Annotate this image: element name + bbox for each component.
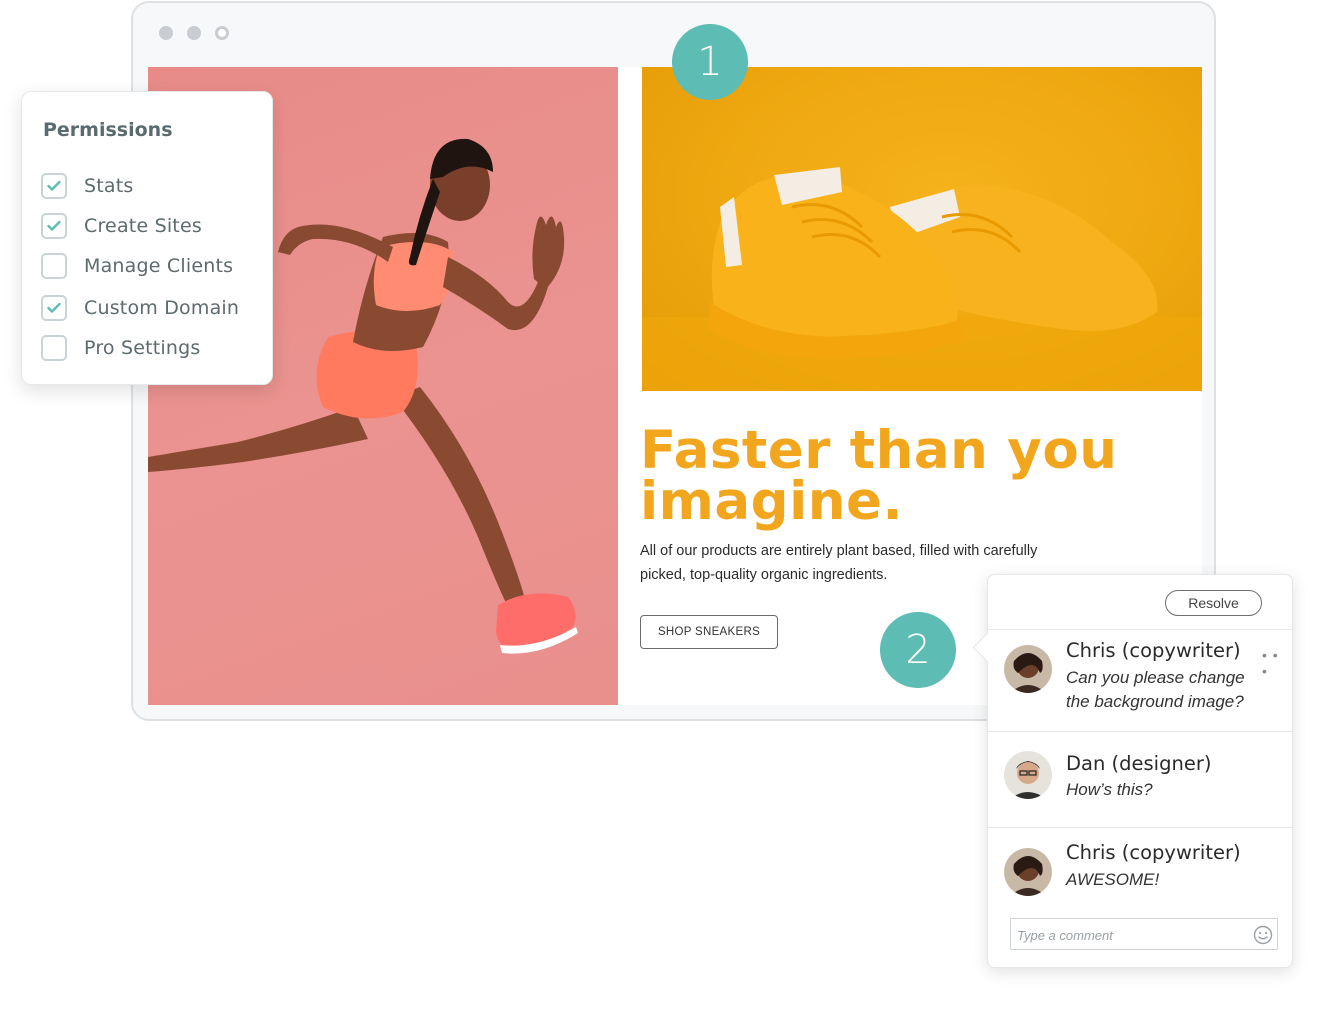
permission-checkbox-manage-clients[interactable] xyxy=(41,253,67,279)
window-minimize-dot[interactable] xyxy=(187,26,201,40)
comments-divider xyxy=(988,731,1292,732)
comment-input-box[interactable] xyxy=(1010,918,1278,950)
sneakers-illustration xyxy=(642,167,1202,391)
permission-custom-domain[interactable]: Custom Domain xyxy=(41,293,239,323)
step-marker-1[interactable]: 1 xyxy=(672,24,748,100)
permissions-title: Permissions xyxy=(43,119,173,141)
avatar xyxy=(1004,848,1052,896)
comment-item: Chris (copywriter) AWESOME! xyxy=(1004,841,1284,901)
checkmark-icon xyxy=(47,220,61,231)
permission-stats[interactable]: Stats xyxy=(41,171,134,201)
comment-text: How’s this? xyxy=(1066,780,1153,799)
permission-pro-settings[interactable]: Pro Settings xyxy=(41,333,201,363)
step-marker-2[interactable]: 2 xyxy=(880,612,956,688)
permissions-card: Permissions Stats Create Sites Manage Cl… xyxy=(21,91,273,385)
shop-sneakers-button[interactable]: SHOP SNEAKERS xyxy=(640,615,778,649)
permission-label: Create Sites xyxy=(84,215,202,237)
comment-author: Chris (copywriter) xyxy=(1066,841,1241,864)
more-options-icon[interactable]: • • • xyxy=(1262,647,1284,679)
permission-checkbox-custom-domain[interactable] xyxy=(41,295,67,321)
comment-item: Dan (designer) How’s this? xyxy=(1004,750,1284,810)
permission-checkbox-stats[interactable] xyxy=(41,173,67,199)
comment-text: Can you please change the background ima… xyxy=(1066,668,1245,711)
sneakers-image xyxy=(642,67,1202,391)
permission-label: Manage Clients xyxy=(84,255,234,277)
window-close-dot[interactable] xyxy=(159,26,173,40)
comment-input[interactable] xyxy=(1015,920,1249,950)
comment-author: Dan (designer) xyxy=(1066,752,1212,775)
comment-item: Chris (copywriter) Can you please change… xyxy=(1004,639,1284,729)
comment-text: AWESOME! xyxy=(1066,870,1160,889)
comments-panel: Resolve Chris (copywriter) Can you pleas… xyxy=(972,574,1293,968)
comments-divider xyxy=(988,629,1292,630)
comments-divider xyxy=(988,827,1292,828)
window-maximize-dot[interactable] xyxy=(215,26,229,40)
permission-manage-clients[interactable]: Manage Clients xyxy=(41,251,233,281)
comment-author: Chris (copywriter) xyxy=(1066,639,1241,662)
emoji-icon[interactable] xyxy=(1253,925,1273,950)
hero-headline: Faster than you imagine. xyxy=(640,420,1160,532)
permission-label: Pro Settings xyxy=(84,337,201,359)
resolve-button[interactable]: Resolve xyxy=(1165,590,1262,616)
hero-headline-line-2: imagine. xyxy=(640,471,904,532)
permission-checkbox-create-sites[interactable] xyxy=(41,213,67,239)
permission-create-sites[interactable]: Create Sites xyxy=(41,211,202,241)
permission-label: Stats xyxy=(84,175,134,197)
hero-headline-line-1: Faster than you xyxy=(640,420,1118,481)
avatar xyxy=(1004,751,1052,799)
avatar xyxy=(1004,645,1052,693)
permission-checkbox-pro-settings[interactable] xyxy=(41,335,67,361)
checkmark-icon xyxy=(47,302,61,313)
permission-label: Custom Domain xyxy=(84,297,240,319)
checkmark-icon xyxy=(47,180,61,191)
